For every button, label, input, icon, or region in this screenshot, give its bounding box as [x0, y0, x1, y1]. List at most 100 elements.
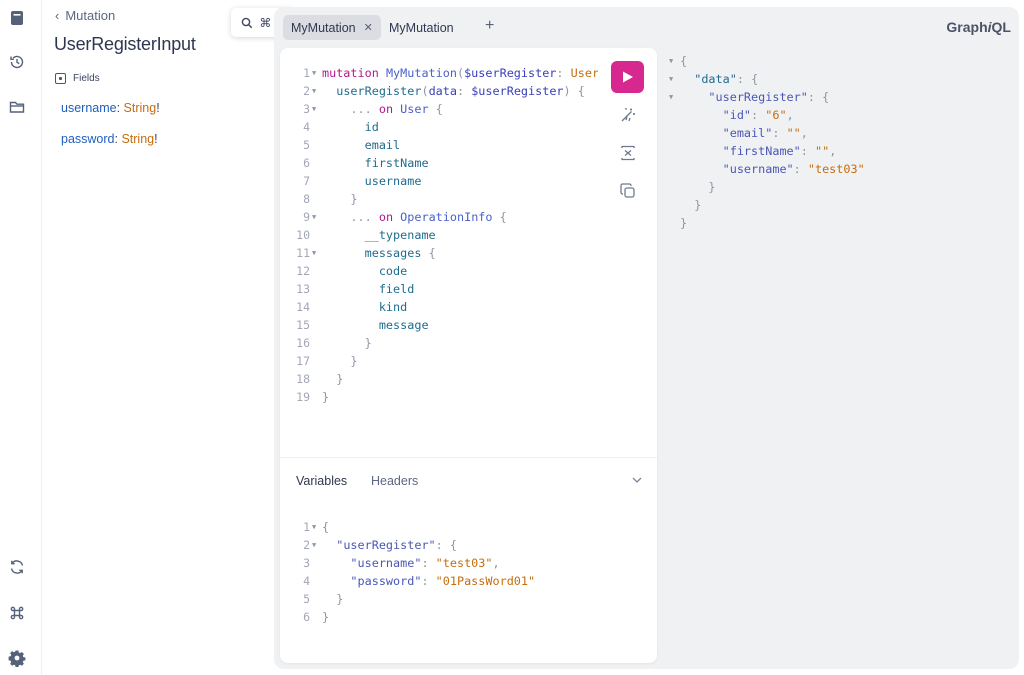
- docs-back-label: Mutation: [65, 8, 116, 23]
- result-line: "email": "",: [722, 126, 808, 140]
- result-line: "userRegister": {: [708, 90, 830, 104]
- sidebar-rail: [0, 0, 42, 675]
- line-number: 19: [296, 390, 310, 404]
- fold-marker-icon[interactable]: ▼: [669, 70, 673, 88]
- line-number: 2: [303, 84, 310, 98]
- folder-icon[interactable]: [8, 98, 26, 116]
- query-editor[interactable]: 1 2 3 4 5 6 7 8 9 10 11 12 13 14 15 16 1…: [280, 48, 657, 663]
- line-number: 12: [296, 264, 310, 278]
- fold-marker-icon[interactable]: ▼: [312, 64, 316, 82]
- tab-label: MyMutation: [291, 20, 356, 35]
- code-line: email: [364, 138, 401, 152]
- code-line: firstName: [364, 156, 429, 170]
- tab-mymutation-2[interactable]: MyMutation: [381, 15, 462, 40]
- tab-headers[interactable]: Headers: [371, 474, 418, 488]
- field-type-link[interactable]: String: [121, 132, 154, 146]
- code-line: }: [336, 372, 344, 386]
- settings-gear-icon[interactable]: [8, 649, 26, 667]
- close-tab-icon[interactable]: ✕: [364, 21, 373, 34]
- code-line: ... on OperationInfo {: [350, 210, 507, 224]
- fold-marker-icon[interactable]: ▼: [312, 536, 316, 554]
- fold-marker-icon[interactable]: ▼: [312, 208, 316, 226]
- code-line: {: [322, 520, 330, 534]
- line-number: 18: [296, 372, 310, 386]
- tab-variables[interactable]: Variables: [296, 474, 347, 488]
- code-line: mutation MyMutation($userRegister: User: [322, 66, 600, 80]
- line-number: 2: [303, 538, 310, 552]
- line-number: 3: [303, 102, 310, 116]
- fold-marker-icon[interactable]: ▼: [312, 518, 316, 536]
- line-number: 17: [296, 354, 310, 368]
- fold-marker-icon[interactable]: ▼: [312, 244, 316, 262]
- fields-heading-label: Fields: [73, 73, 100, 84]
- editor-area: MyMutation ✕ MyMutation + GraphiQL 1 2 3…: [274, 7, 1019, 669]
- keyboard-shortcuts-icon[interactable]: [8, 604, 26, 622]
- copy-query-button[interactable]: [619, 182, 637, 200]
- line-number: 7: [303, 174, 310, 188]
- code-line: }: [322, 610, 330, 624]
- result-viewer: ▼ ▼ ▼ { "data": { "userRegister": { "id"…: [666, 52, 1006, 302]
- code-line: ... on User {: [350, 102, 443, 116]
- docs-book-icon[interactable]: [8, 9, 26, 27]
- docs-type-title: UserRegisterInput: [54, 34, 196, 54]
- line-number: 16: [296, 336, 310, 350]
- field-name[interactable]: password: [61, 132, 115, 146]
- refetch-schema-icon[interactable]: [8, 558, 26, 576]
- graphiql-logo: GraphiQL: [946, 19, 1011, 35]
- result-line: }: [680, 216, 688, 230]
- play-icon: [623, 71, 633, 83]
- code-line: username: [364, 174, 422, 188]
- line-number: 8: [303, 192, 310, 206]
- code-line: }: [322, 390, 330, 404]
- merge-icon: [621, 145, 635, 161]
- fold-marker-icon[interactable]: ▼: [312, 82, 316, 100]
- code-line: code: [378, 264, 408, 278]
- non-null-marker: !: [156, 101, 160, 115]
- code-line: id: [364, 120, 379, 134]
- prettify-button[interactable]: [619, 106, 637, 124]
- merge-fragments-button[interactable]: [619, 144, 637, 162]
- line-number: 6: [303, 156, 310, 170]
- docs-explorer: ‹ Mutation UserRegisterInput Fields user…: [42, 0, 293, 675]
- result-line: }: [708, 180, 716, 194]
- tab-mymutation-1[interactable]: MyMutation ✕: [283, 15, 381, 40]
- search-icon: [242, 17, 253, 28]
- tab-label: MyMutation: [389, 20, 454, 35]
- graphiql-app: ‹ Mutation UserRegisterInput Fields user…: [0, 0, 1024, 675]
- add-tab-button[interactable]: +: [485, 18, 494, 34]
- line-number: 3: [303, 556, 310, 570]
- chevron-down-icon[interactable]: [631, 474, 643, 486]
- prettify-icon: [621, 108, 635, 122]
- docs-back-link[interactable]: ‹ Mutation: [55, 8, 115, 23]
- non-null-marker: !: [154, 132, 158, 146]
- field-name[interactable]: username: [61, 101, 117, 115]
- field-type-link[interactable]: String: [124, 101, 157, 115]
- history-icon[interactable]: [8, 53, 26, 71]
- result-line: "id": "6",: [722, 108, 794, 122]
- result-line: {: [680, 54, 688, 68]
- result-line: }: [694, 198, 702, 212]
- line-number: 11: [296, 246, 310, 260]
- fold-marker-icon[interactable]: ▼: [312, 100, 316, 118]
- code-line: userRegister(data: $userRegister) {: [336, 84, 585, 98]
- line-number: 13: [296, 282, 310, 296]
- code-line: messages {: [364, 246, 436, 260]
- result-line: "firstName": "",: [722, 144, 837, 158]
- execute-query-button[interactable]: [611, 61, 644, 93]
- code-line: }: [336, 592, 344, 606]
- code-line: "username": "test03",: [350, 556, 500, 570]
- line-number: 5: [303, 592, 310, 606]
- copy-icon: [620, 183, 635, 198]
- line-number: 1: [303, 520, 310, 534]
- field-password[interactable]: password: String!: [61, 132, 158, 146]
- line-number: 9: [303, 210, 310, 224]
- code-line: field: [378, 282, 415, 296]
- fields-heading: Fields: [55, 73, 100, 84]
- result-line: "username": "test03": [722, 162, 865, 176]
- fold-marker-icon[interactable]: ▼: [669, 88, 673, 106]
- result-line: "data": {: [694, 72, 759, 86]
- code-line: }: [364, 336, 372, 350]
- field-username[interactable]: username: String!: [61, 101, 160, 115]
- chevron-left-icon: ‹: [55, 8, 60, 23]
- fold-marker-icon[interactable]: ▼: [669, 52, 673, 70]
